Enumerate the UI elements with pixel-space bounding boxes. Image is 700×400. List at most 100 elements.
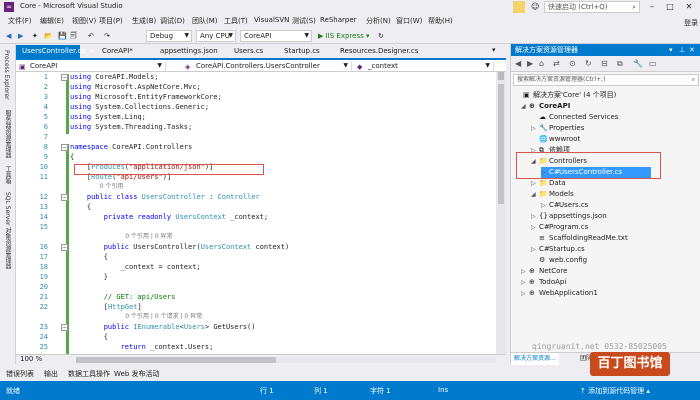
redo-icon[interactable]: ↷ — [104, 30, 110, 42]
tree-web-config-file[interactable]: ⚙ web.config — [531, 255, 587, 266]
home-icon[interactable]: ⌂ — [539, 59, 544, 68]
back-icon[interactable]: ◀ — [6, 30, 11, 42]
tree-models-folder[interactable]: ◢ 📁Models — [531, 189, 574, 200]
tree-project-webapplication1[interactable]: ▷ ⊕ WebApplication1 — [521, 288, 598, 299]
solution-platform-select[interactable]: Any CPU ▼ — [196, 30, 236, 42]
fold-toggle[interactable]: − — [61, 194, 68, 201]
type-dropdown[interactable]: ◈ CoreAPI.Controllers.UsersController ▼ — [182, 61, 352, 71]
menu-visualsvn[interactable]: VisualSVN — [254, 16, 289, 24]
pin-icon[interactable]: ⊥ — [679, 44, 685, 56]
codelens-references[interactable]: 0 个引用 — [92, 182, 124, 192]
solution-configuration-select[interactable]: Debug ▼ — [146, 30, 192, 42]
codelens-references[interactable]: 0 个引用 | 0 异常 — [110, 232, 172, 242]
tree-program-file[interactable]: ▷ C#Program.cs — [531, 222, 588, 233]
tab-users-controller[interactable]: UsersController.cs ✕ — [16, 45, 94, 58]
expand-arrow-icon[interactable]: ▷ — [521, 266, 529, 277]
tab-error-list[interactable]: 错误列表 — [6, 368, 34, 380]
tab-solution-explorer[interactable]: 解决方案资源... — [511, 353, 559, 365]
pending-changes-icon[interactable]: ⊙ — [569, 59, 576, 68]
menu-help[interactable]: 帮助(H) — [428, 16, 453, 26]
menu-edit[interactable]: 编辑(E) — [40, 16, 64, 26]
expand-arrow-icon[interactable]: ▷ — [521, 277, 529, 288]
menu-view[interactable]: 视图(V) — [72, 16, 96, 26]
preview-icon[interactable]: ▭ — [649, 59, 657, 68]
save-icon[interactable]: 💾 — [58, 30, 67, 42]
menu-tools[interactable]: 工具(T) — [224, 16, 248, 26]
tree-connected-services[interactable]: ☁ Connected Services — [531, 112, 618, 123]
save-all-icon[interactable]: 🗐 — [70, 30, 77, 42]
tree-properties[interactable]: ▷ 🔧Properties — [531, 123, 584, 134]
open-file-icon[interactable]: 📂 — [44, 30, 53, 42]
expand-arrow-icon[interactable]: ▷ — [531, 178, 539, 189]
tab-overflow-icon[interactable]: ▾ — [492, 44, 496, 56]
menu-window[interactable]: 窗口(W) — [396, 16, 422, 26]
quick-launch-input[interactable]: 快速启动 (Ctrl+Q) ⌕ — [544, 1, 640, 13]
scrollbar-thumb[interactable] — [498, 84, 504, 204]
back-icon[interactable]: ◀ — [515, 59, 521, 68]
tree-users-cs-file[interactable]: ▷ C#Users.cs — [541, 200, 588, 211]
zoom-level-select[interactable]: 100 % — [20, 355, 42, 364]
expand-arrow-icon[interactable]: ◢ — [531, 189, 539, 200]
tree-project-netcore[interactable]: ▷ ⊕ NetCore — [521, 266, 568, 277]
solution-explorer-search[interactable]: 搜索解决方案资源管理器(Ctrl+;) ⌕ — [513, 74, 699, 86]
menu-project[interactable]: 项目(P) — [99, 16, 123, 26]
expand-arrow-icon[interactable]: ▷ — [521, 288, 529, 299]
expand-arrow-icon[interactable]: ▷ — [531, 123, 539, 134]
close-icon[interactable]: ✕ — [689, 44, 695, 56]
fold-toggle[interactable]: − — [61, 144, 68, 151]
menu-team[interactable]: 团队(M) — [192, 16, 218, 26]
close-icon[interactable]: ✕ — [89, 48, 94, 55]
add-to-source-control-button[interactable]: ↑ 添加到源代码管理 ▴ — [580, 386, 650, 396]
tab-appsettings[interactable]: appsettings.json — [154, 45, 222, 58]
tree-project-coreapi[interactable]: ◢ ⊕ CoreAPI — [521, 101, 570, 112]
sql-server-explorer-tab[interactable]: SQL Server 对象资源管理器 — [3, 192, 12, 269]
expand-arrow-icon[interactable]: ▷ — [531, 222, 539, 233]
code-editor[interactable]: − − − − − 1 using CoreAPI.Models; 2 usin… — [16, 72, 496, 354]
undo-icon[interactable]: ↶ — [88, 30, 94, 42]
forward-icon[interactable]: ▶ — [18, 30, 23, 42]
tab-web-publish[interactable]: Web 发布活动 — [114, 368, 160, 380]
tree-appsettings-file[interactable]: ▷ {}appsettings.json — [531, 211, 607, 222]
tree-solution[interactable]: ▣ 解决方案'Core' (4 个项目) — [515, 90, 616, 101]
editor-horizontal-scrollbar[interactable] — [76, 357, 496, 363]
new-project-icon[interactable]: ✦ — [32, 30, 38, 42]
forward-icon[interactable]: ▶ — [527, 59, 533, 68]
server-explorer-tab[interactable]: 服务器资源管理器 — [3, 110, 12, 158]
tab-coreapi[interactable]: CoreAPI* — [96, 45, 144, 58]
tab-output[interactable]: 输出 — [44, 368, 58, 380]
splitter-handle[interactable] — [498, 72, 504, 80]
tree-project-todoapi[interactable]: ▷ ⊕ TodoApi — [521, 277, 566, 288]
startup-project-select[interactable]: CoreAPI ▼ — [240, 30, 312, 42]
tree-data-folder[interactable]: ▷ 📁Data — [531, 178, 566, 189]
start-debugging-button[interactable]: ▶ IIS Express ▾ — [318, 30, 369, 42]
collapse-all-icon[interactable]: ⊟ — [601, 59, 608, 68]
menu-build[interactable]: 生成(B) — [132, 16, 156, 26]
tab-users-cs[interactable]: Users.cs — [228, 45, 270, 58]
sync-icon[interactable]: ⇄ — [553, 59, 560, 68]
menu-analyze[interactable]: 分析(N) — [366, 16, 391, 26]
process-explorer-tab[interactable]: Process Explorer — [3, 50, 10, 100]
fold-toggle[interactable]: − — [61, 324, 68, 331]
fold-toggle[interactable]: − — [61, 74, 68, 81]
scrollbar-thumb[interactable] — [76, 357, 276, 363]
tree-startup-file[interactable]: ▷ C#Startup.cs — [531, 244, 585, 255]
window-position-icon[interactable]: ▾ — [669, 44, 673, 56]
menu-resharper[interactable]: ReSharper — [320, 16, 357, 24]
fold-toggle[interactable]: − — [61, 244, 68, 251]
expand-arrow-icon[interactable]: ▷ — [531, 211, 539, 222]
tab-data-tools[interactable]: 数据工具操作 — [68, 368, 110, 380]
expand-arrow-icon[interactable]: ▷ — [541, 200, 549, 211]
menu-file[interactable]: 文件(F) — [8, 16, 32, 26]
feedback-icon[interactable]: ☺ — [531, 2, 539, 11]
menu-test[interactable]: 测试(S) — [292, 16, 316, 26]
editor-vertical-scrollbar[interactable] — [496, 72, 506, 354]
refresh-icon[interactable]: ↻ — [585, 59, 592, 68]
expand-arrow-icon[interactable]: ▷ — [531, 244, 539, 255]
minimize-button[interactable]: – — [643, 0, 661, 14]
tree-scaffolding-readme-file[interactable]: ≡ ScaffoldingReadMe.txt — [531, 233, 628, 244]
tab-startup[interactable]: Startup.cs — [278, 45, 328, 58]
refresh-icon[interactable]: ↻ — [378, 30, 384, 42]
sign-in-link[interactable]: 登录 — [684, 18, 698, 28]
properties-icon[interactable]: 🔧 — [633, 59, 643, 68]
project-dropdown[interactable]: ▣ CoreAPI ▼ — [16, 61, 166, 71]
